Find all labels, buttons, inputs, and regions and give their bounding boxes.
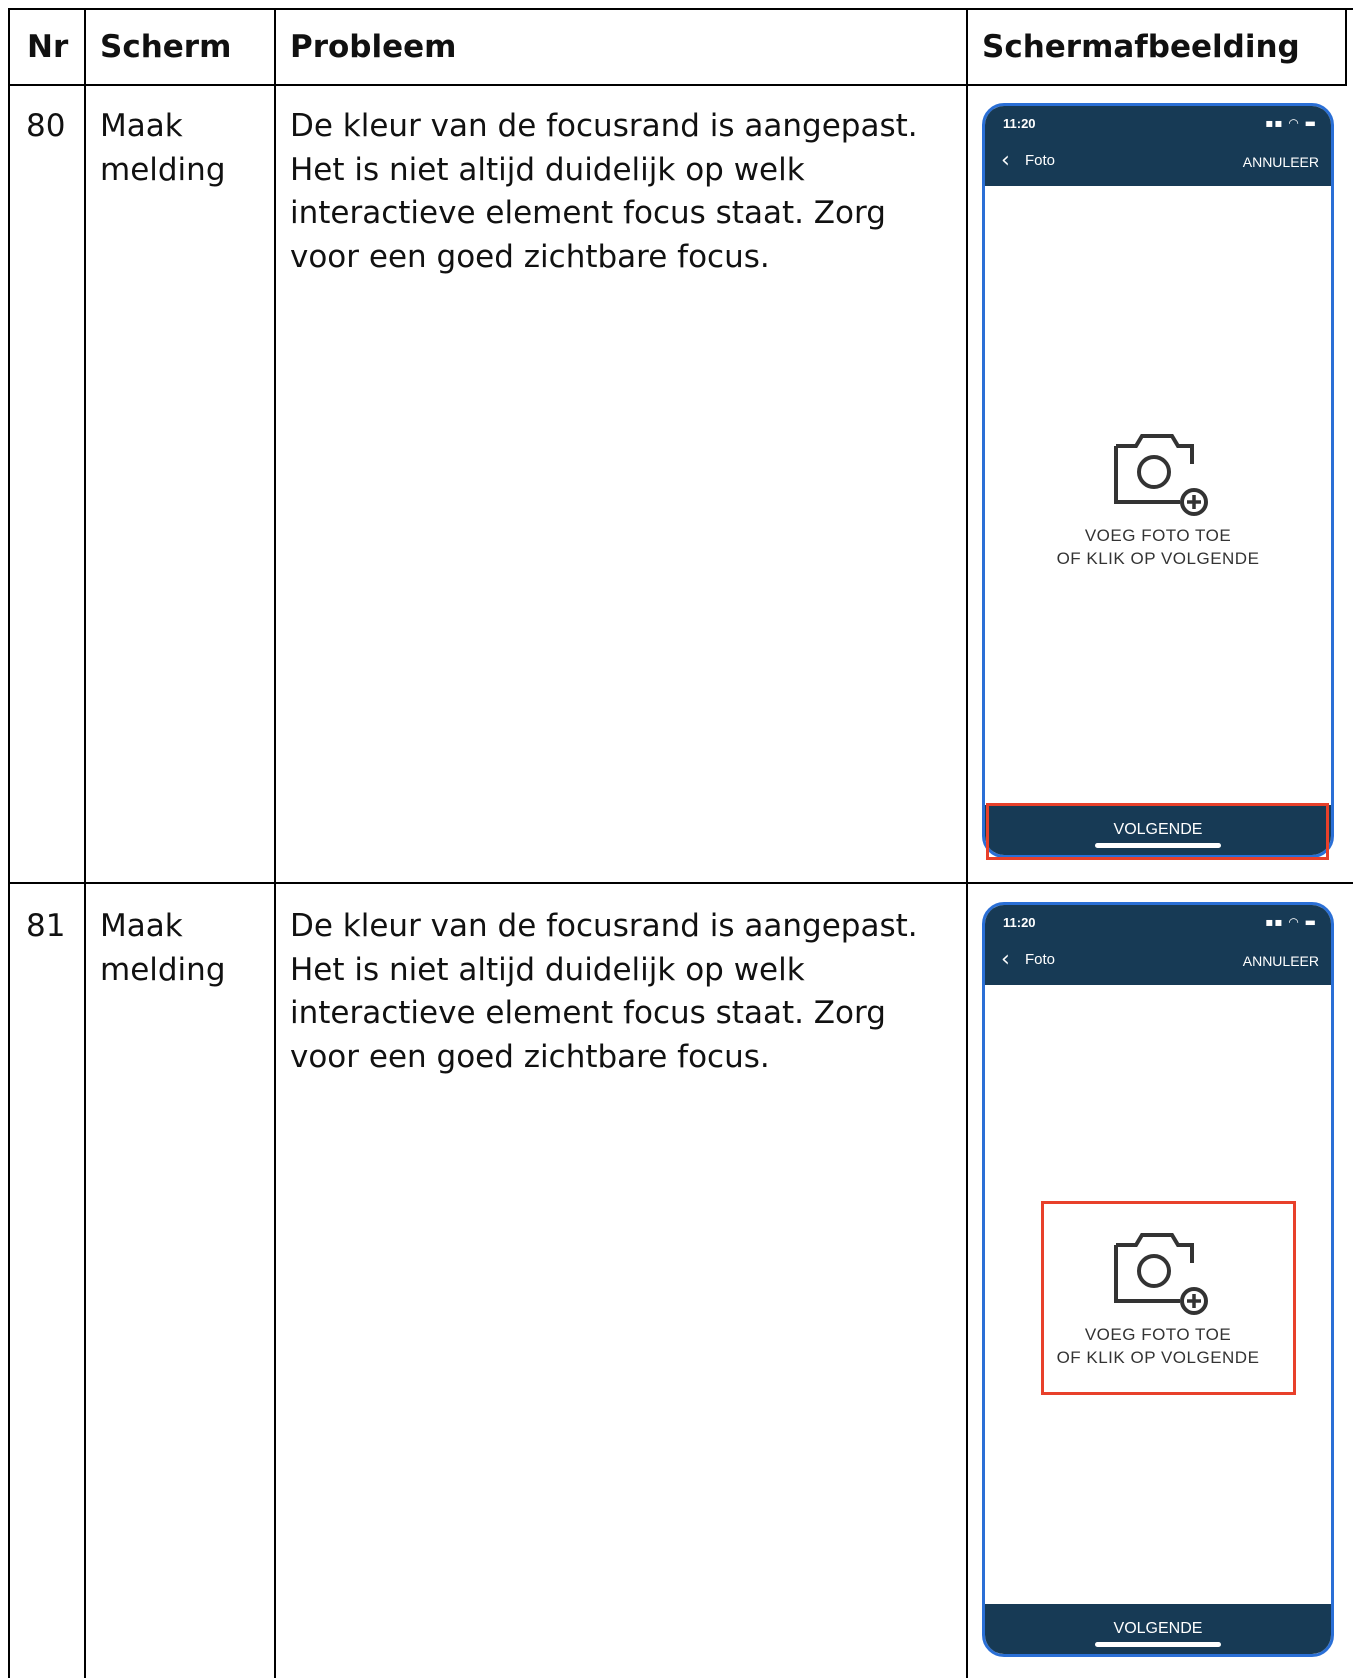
row-probleem: De kleur van de focusrand is aangepast. … [290, 908, 918, 1075]
focus-outline [986, 803, 1329, 860]
col-divider [84, 8, 86, 1678]
nav-title: Foto [1025, 951, 1056, 968]
volgende-label: VOLGENDE [1113, 1620, 1203, 1637]
header-schermafbeelding: Schermafbeelding [982, 29, 1300, 65]
col-divider [274, 8, 276, 1678]
nav-bar: 11:20 ▪▪ ◠ ▬ ‹ Foto ANNULEER [985, 905, 1331, 985]
hint-line-1: VOEG FOTO TOE [1084, 526, 1232, 545]
header-nr: Nr [27, 29, 69, 65]
row-scherm: Maak melding [100, 908, 226, 988]
volgende-button[interactable]: VOLGENDE [985, 1604, 1331, 1654]
col-divider [1345, 8, 1347, 86]
hint-line-2: OF KLIK OP VOLGENDE [1056, 549, 1260, 568]
row-divider [8, 84, 1347, 86]
row-nr: 81 [26, 908, 66, 944]
home-indicator [1095, 1642, 1221, 1647]
cancel-button[interactable]: ANNULEER [1243, 953, 1319, 969]
status-time: 11:20 [1003, 116, 1036, 131]
col-divider [966, 8, 968, 1678]
header-scherm: Scherm [100, 29, 232, 65]
cancel-button[interactable]: ANNULEER [1243, 154, 1319, 170]
nav-title: Foto [1025, 152, 1056, 169]
chevron-left-icon[interactable]: ‹ [1001, 949, 1010, 971]
status-icons: ▪▪ ◠ ▬ [1265, 116, 1317, 130]
add-photo-area[interactable]: VOEG FOTO TOE OF KLIK OP VOLGENDE [985, 432, 1331, 570]
chevron-left-icon[interactable]: ‹ [1001, 150, 1010, 172]
row-nr: 80 [26, 108, 66, 144]
status-icons: ▪▪ ◠ ▬ [1265, 915, 1317, 929]
row-probleem: De kleur van de focusrand is aangepast. … [290, 108, 918, 275]
focus-outline [1041, 1201, 1296, 1395]
row-scherm: Maak melding [100, 108, 226, 188]
row-divider [8, 882, 1353, 884]
header-probleem: Probleem [290, 29, 457, 65]
nav-bar: 11:20 ▪▪ ◠ ▬ ‹ Foto ANNULEER [985, 106, 1331, 186]
camera-add-icon [1114, 434, 1208, 516]
phone-screenshot: 11:20 ▪▪ ◠ ▬ ‹ Foto ANNULEER VOEG FOTO T… [982, 103, 1334, 858]
status-time: 11:20 [1003, 915, 1036, 930]
